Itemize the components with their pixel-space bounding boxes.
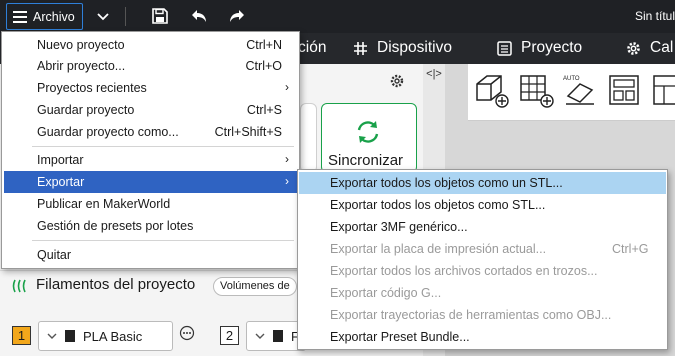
undo-icon[interactable] [190,7,208,25]
menu-item-label: Guardar proyecto como... [37,125,179,139]
sync-label: Sincronizar [328,152,404,169]
add-cube-icon[interactable] [473,72,509,108]
submenu-item-export-preset-bundle[interactable]: Exportar Preset Bundle... [298,326,667,348]
tab-label: Cal [650,39,674,56]
gear-icon [627,41,640,55]
menu-item-proyectos-recientes[interactable]: Proyectos recientes › [2,77,299,99]
tab-preparacion[interactable]: ción [298,39,326,57]
split-toggle-button[interactable]: <|> [423,64,445,86]
volumes-chip[interactable]: Volúmenes de [213,277,297,296]
menu-item-shortcut: Ctrl+O [245,59,282,73]
filament-slot-number: 2 [220,326,239,345]
filament-name: PLA Basic [83,328,143,344]
title-bar: Archivo Sin título [0,0,675,33]
filament-select[interactable]: PLA Basic [38,321,173,351]
toolbar-divider [125,7,126,26]
tab-label: ción [298,39,327,56]
menu-item-gestion-presets[interactable]: Gestión de presets por lotes [2,215,299,237]
submenu-item-export-gcode[interactable]: Exportar código G... [298,282,667,304]
menu-item-exportar[interactable]: Exportar › [4,171,297,193]
arrange-icon[interactable] [606,72,642,108]
device-icon [354,41,367,55]
menu-separator [32,146,294,147]
menu-item-publicar-makerworld[interactable]: Publicar en MakerWorld [2,193,299,215]
bambu-logo-icon [273,330,283,342]
file-menu-button[interactable]: Archivo [6,3,83,30]
menu-item-label: Quitar [37,248,72,262]
menu-separator [32,240,294,241]
sync-icon [357,121,379,143]
redo-icon[interactable] [228,7,246,25]
save-icon[interactable] [151,7,169,25]
svg-text:AUTO: AUTO [563,76,580,82]
menu-item-quitar[interactable]: Quitar [2,244,299,266]
submenu-item-label: Exportar todos los objetos como STL... [330,198,546,212]
menu-item-label: Exportar [37,175,85,189]
submenu-item-label: Exportar todos los objetos como un STL..… [330,176,563,190]
menu-item-shortcut: Ctrl+N [246,38,282,52]
settings-gear-icon[interactable] [389,73,405,89]
filaments-title: Filamentos del proyecto [36,276,196,293]
menu-item-label: Guardar proyecto [37,103,135,117]
tab-label: Dispositivo [377,39,452,56]
submenu-arrow-icon: › [285,174,289,188]
submenu-item-label: Exportar Preset Bundle... [330,330,470,344]
chevron-down-icon [255,333,265,339]
project-icon [497,40,512,56]
sync-card[interactable]: Sincronizar [321,103,417,173]
menu-item-label: Importar [37,153,84,167]
submenu-item-export-one-stl[interactable]: Exportar todos los objetos como un STL..… [299,172,666,194]
menu-item-abrir-proyecto[interactable]: Abrir proyecto... Ctrl+O [2,55,299,77]
menu-item-importar[interactable]: Importar › [2,149,299,171]
tab-proyecto[interactable]: Proyecto [496,39,582,57]
submenu-item-export-sliced[interactable]: Exportar todos los archivos cortados en … [298,260,667,282]
tab-calibracion[interactable]: Cal [625,39,673,57]
submenu-item-export-plate[interactable]: Exportar la placa de impresión actual...… [298,238,667,260]
filament-slot-number: 1 [12,326,31,345]
menu-item-guardar-como[interactable]: Guardar proyecto como... Ctrl+Shift+S [2,121,299,143]
submenu-item-export-toolpaths-obj[interactable]: Exportar trayectorias de herramientas co… [298,304,667,326]
submenu-item-shortcut: Ctrl+G [612,242,649,256]
submenu-item-label: Exportar 3MF genérico... [330,220,468,234]
tab-label: Proyecto [521,39,583,56]
menu-item-label: Gestión de presets por lotes [37,219,194,233]
submenu-item-label: Exportar la placa de impresión actual... [330,242,547,256]
auto-orient-icon[interactable]: AUTO [562,72,598,108]
file-menu-label: Archivo [33,9,75,24]
add-plate-grid-icon[interactable] [518,72,554,108]
menu-item-label: Abrir proyecto... [37,59,126,73]
menu-item-shortcut: Ctrl+Shift+S [214,125,282,139]
menu-item-nuevo-proyecto[interactable]: Nuevo proyecto Ctrl+N [2,34,299,56]
filament-icon [12,279,26,293]
document-title: Sin título [635,9,675,23]
file-menu: Nuevo proyecto Ctrl+N Abrir proyecto... … [1,31,300,269]
tab-dispositivo[interactable]: Dispositivo [352,39,452,57]
submenu-item-label: Exportar código G... [330,286,442,300]
hamburger-icon [13,11,27,23]
submenu-item-label: Exportar todos los archivos cortados en … [330,264,598,278]
menu-item-label: Proyectos recientes [37,81,147,95]
layout-icon[interactable] [650,72,675,108]
submenu-arrow-icon: › [285,152,289,166]
menu-item-guardar-proyecto[interactable]: Guardar proyecto Ctrl+S [2,99,299,121]
menu-item-shortcut: Ctrl+S [246,103,282,117]
chevron-down-icon[interactable] [96,10,110,24]
submenu-item-export-all-stl[interactable]: Exportar todos los objetos como STL... [298,194,667,216]
submenu-item-label: Exportar trayectorias de herramientas co… [330,308,612,322]
more-options-icon[interactable] [179,325,195,341]
printer-card[interactable] [300,103,317,173]
menu-item-label: Nuevo proyecto [37,38,125,52]
menu-item-label: Publicar en MakerWorld [37,197,171,211]
submenu-arrow-icon: › [285,80,289,94]
submenu-item-export-3mf[interactable]: Exportar 3MF genérico... [298,216,667,238]
export-submenu: Exportar todos los objetos como un STL..… [297,169,668,350]
chevron-down-icon [47,333,57,339]
bambu-logo-icon [65,330,75,342]
